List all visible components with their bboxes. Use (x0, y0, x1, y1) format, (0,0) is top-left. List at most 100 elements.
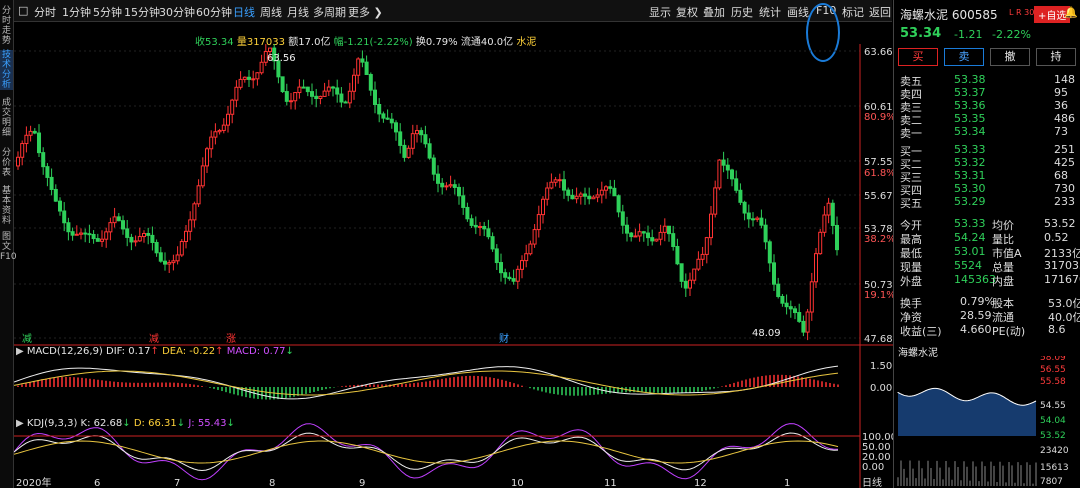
candle-body (801, 320, 806, 333)
tab-daily[interactable]: 日线 (233, 4, 255, 20)
cell: 36 (1054, 99, 1068, 112)
sidebar-tab-basic[interactable]: 基本资料 (0, 186, 13, 226)
cell: 425 (1054, 156, 1075, 169)
candle-body (461, 195, 466, 208)
cell: 53.33 (954, 143, 986, 156)
candle-body (389, 118, 394, 124)
cell: 317033 (1044, 259, 1080, 272)
mini-area (898, 388, 1036, 436)
event-badge: 减 (149, 333, 159, 345)
candle-body (112, 216, 117, 224)
cell: 0.52 (1044, 231, 1069, 244)
candle-body (566, 189, 571, 196)
candle-body (343, 101, 348, 104)
tab-more[interactable]: 更多 ❯ (348, 4, 383, 20)
candle-body (234, 86, 239, 101)
mini-axis-label: 56.55 (1040, 365, 1066, 375)
mini-axis-label: 58.09 (1040, 356, 1066, 363)
btn-mark[interactable]: 标记 (842, 4, 864, 20)
btn-display[interactable]: 显示 (649, 4, 671, 20)
btn-draw[interactable]: 画线 (787, 4, 809, 20)
cell: 外盘 (900, 275, 922, 288)
candle-body (683, 280, 688, 289)
candle-body (704, 237, 709, 255)
kdj-toggle-icon[interactable]: ▶ (16, 418, 24, 429)
candle-body (742, 201, 747, 214)
tab-60min[interactable]: 60分钟 (196, 4, 232, 20)
candle-body (121, 220, 125, 230)
candle-body (570, 194, 575, 200)
sidebar-tab-deals[interactable]: 成交明细 (0, 98, 13, 138)
tab-1min[interactable]: 1分钟 (62, 4, 91, 20)
candle-body (562, 179, 566, 191)
mini-axis-label: 15613 (1040, 463, 1069, 473)
cell: 730 (1054, 182, 1075, 195)
candle-body (759, 217, 764, 226)
candle-body (549, 181, 554, 189)
candle-body (507, 276, 512, 280)
mini-axis-label: 54.55 (1040, 401, 1066, 411)
sell-button[interactable]: 卖 (944, 48, 984, 66)
candle-body (213, 131, 218, 138)
candle-body (322, 90, 327, 97)
btn-overlay[interactable]: 叠加 (703, 4, 725, 20)
candle-body (150, 234, 155, 243)
sidebar-tab-tech[interactable]: 技术分析 (0, 50, 13, 90)
kdj-panel: 100.0050.0020.000.002020年67891011121日线 (14, 423, 893, 488)
sidebar-tab-price[interactable]: 分价表 (0, 148, 13, 178)
candle-body (788, 306, 793, 310)
cell: 买五 (900, 197, 922, 210)
candle-body (730, 169, 734, 180)
candle-body (289, 100, 293, 103)
mini-axis-label: 54.04 (1040, 416, 1066, 426)
candle-body (448, 184, 453, 187)
candle-body (58, 200, 62, 212)
sidebar-tab-timeshare[interactable]: 分时走势 (0, 6, 13, 46)
candle-body (587, 195, 592, 200)
btn-stats[interactable]: 统计 (759, 4, 781, 20)
tab-timeshare[interactable]: 分时 (34, 4, 56, 20)
cell: 4.660 (960, 323, 992, 336)
tab-5min[interactable]: 5分钟 (93, 4, 122, 20)
candle-body (650, 237, 655, 242)
cancel-button[interactable]: 撤 (990, 48, 1030, 66)
candle-body (62, 210, 67, 224)
btn-back[interactable]: 返回 (869, 4, 891, 20)
candle-body (280, 76, 285, 93)
kdj-axis-label: 0.00 (862, 462, 884, 473)
btn-history[interactable]: 历史 (731, 4, 753, 20)
macd-toggle-icon[interactable]: ▶ (16, 346, 24, 357)
candle-body (268, 47, 272, 53)
candle-body (356, 58, 361, 76)
position-button[interactable]: 持 (1036, 48, 1076, 66)
candle-body (188, 219, 193, 232)
btn-adjust[interactable]: 复权 (676, 4, 698, 20)
candle-body (419, 130, 424, 136)
price-pct: -2.22% (992, 28, 1031, 41)
price-axis-label: 47.68 (864, 334, 893, 345)
tab-multi[interactable]: 多周期 (313, 4, 346, 20)
candle-body (793, 308, 797, 314)
tab-monthly[interactable]: 月线 (287, 4, 309, 20)
candle-body (37, 132, 41, 154)
candle-body (28, 130, 33, 136)
candle-body (713, 187, 718, 215)
candle-body (45, 166, 50, 178)
cell: 53.32 (954, 156, 986, 169)
tab-30min[interactable]: 30分钟 (159, 4, 195, 20)
candle-body (557, 179, 562, 182)
candle-body (805, 311, 810, 333)
mini-intraday-chart[interactable]: 58.09 56.55 55.58 54.55 54.04 53.52 23420 15613… (894, 356, 1080, 488)
tab-weekly[interactable]: 周线 (260, 4, 282, 20)
candle-body (402, 144, 407, 158)
bell-icon[interactable]: 🔔 (1064, 6, 1078, 19)
candle-body (259, 61, 264, 74)
sidebar-tab-f10[interactable]: 图文F10 (0, 232, 17, 262)
candle-body (196, 185, 201, 205)
mini-axis-label: 23420 (1040, 446, 1069, 456)
tab-15min[interactable]: 15分钟 (124, 4, 160, 20)
candle-body (221, 124, 226, 131)
candle-body (158, 252, 163, 262)
buy-button[interactable]: 买 (898, 48, 938, 66)
candle-body (490, 236, 495, 250)
